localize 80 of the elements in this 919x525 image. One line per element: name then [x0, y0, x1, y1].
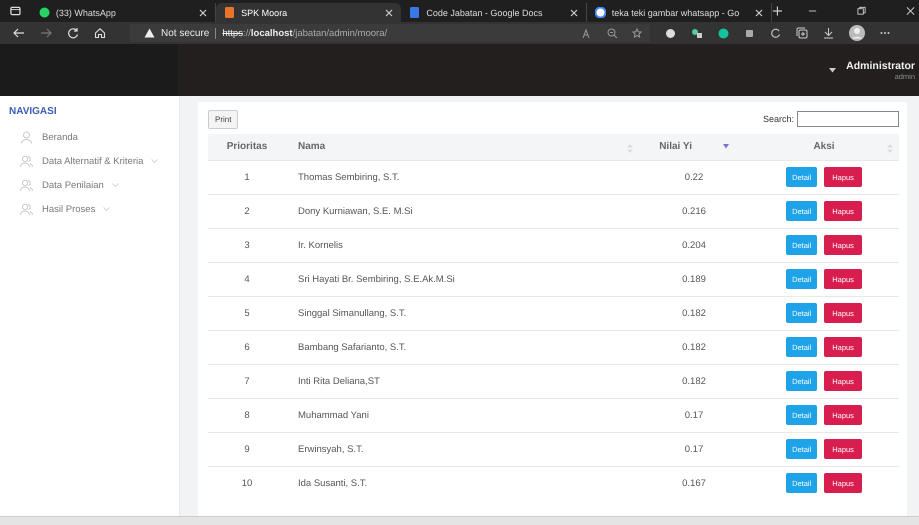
extension-icon[interactable] [665, 28, 676, 38]
browser-tab[interactable]: SPK Moora [216, 3, 402, 22]
table-cell: 5 [208, 296, 286, 330]
table-cell: 0.17 [639, 398, 749, 432]
table-cell: Sri Hayati Br. Sembiring, S.E.Ak.M.Si [286, 262, 639, 296]
table-cell: 3 [208, 228, 286, 262]
table-cell: Dony Kurniawan, S.E. M.Si [286, 194, 639, 228]
sidebar-item[interactable]: Data Alternatif & Kriteria [9, 149, 179, 173]
table-cell: Inti Rita Deliana,ST [286, 364, 639, 398]
tab-favicon-icon [224, 7, 236, 18]
grammar-extension-icon[interactable] [718, 28, 729, 38]
user-icon [20, 130, 33, 144]
table-cell: 0.182 [639, 330, 749, 364]
table-cell: Singgal Simanullang, S.T. [286, 296, 639, 330]
new-tab-icon[interactable] [772, 5, 783, 17]
warning-icon [144, 28, 155, 38]
download-icon[interactable] [823, 27, 834, 39]
profile-avatar-icon[interactable] [849, 25, 865, 41]
sidebar-item[interactable]: Hasil Proses [9, 197, 179, 221]
table-cell: 6 [208, 330, 286, 364]
table-cell: 4 [208, 262, 286, 296]
table-cell: Ir. Kornelis [286, 228, 639, 262]
restore-icon[interactable] [856, 6, 866, 16]
tab-favicon-icon [409, 7, 420, 18]
column-header[interactable]: Nama [286, 134, 639, 160]
tab-favicon-icon [594, 7, 606, 18]
user-icon [20, 154, 33, 168]
sidebar-item[interactable]: Data Penilaian [9, 173, 179, 197]
close-tab-icon[interactable] [570, 8, 578, 16]
table-cell: 0.182 [639, 364, 749, 398]
table-cell: 8 [208, 398, 286, 432]
security-label: Not secure [161, 28, 210, 38]
collections-icon[interactable] [796, 27, 808, 39]
print-button[interactable]: Print [208, 110, 238, 128]
close-tab-icon[interactable] [755, 8, 764, 16]
table-cell: 0.17 [639, 432, 749, 466]
table-cell: 0.189 [639, 262, 749, 296]
table-cell: Ida Susanti, S.T. [286, 466, 639, 500]
table-cell: 7 [208, 364, 286, 398]
caret-icon[interactable] [829, 68, 836, 72]
forward-icon[interactable] [40, 27, 52, 39]
back-icon[interactable] [13, 27, 25, 39]
user-icon [20, 178, 33, 192]
search-field[interactable] [797, 111, 899, 127]
extension-icon[interactable] [691, 28, 703, 38]
favorite-icon[interactable] [632, 28, 644, 38]
column-header[interactable]: Prioritas [208, 134, 286, 160]
address-field[interactable]: Not secure https://localhost/jabatan/admin/moora/ [130, 24, 650, 42]
user-name[interactable]: Administrator [846, 60, 915, 72]
table-cell: 10 [208, 466, 286, 500]
horizontal-scrollbar[interactable] [0, 516, 919, 525]
table-cell: Erwinsyah, S.T. [286, 432, 639, 466]
column-header[interactable]: Nilai Yi [639, 134, 749, 160]
home-icon[interactable] [94, 27, 106, 39]
column-header[interactable]: Aksi [749, 134, 899, 160]
tab-favicon-icon [38, 7, 50, 18]
zoom-out-icon[interactable] [607, 28, 618, 38]
close-tab-icon[interactable] [385, 8, 394, 16]
table-cell: 2 [208, 194, 286, 228]
refresh-extension-icon[interactable] [770, 28, 781, 38]
table-cell: Bambang Safarianto, S.T. [286, 330, 639, 364]
table-cell: 0.22 [639, 160, 749, 194]
sidebar-heading: NAVIGASI [9, 106, 58, 117]
table-cell: 0.182 [639, 296, 749, 330]
more-icon[interactable] [880, 31, 890, 35]
url-text: https://localhost/jabatan/admin/moora/ [222, 28, 388, 38]
table-cell: Muhammad Yani [286, 398, 639, 432]
table-cell: 9 [208, 432, 286, 466]
reload-icon[interactable] [67, 27, 79, 39]
table-cell: 0.216 [639, 194, 749, 228]
table-cell: 0.167 [639, 466, 749, 500]
user-icon [20, 202, 33, 216]
table-cell: Thomas Sembiring, S.T. [286, 160, 639, 194]
table-cell: 1 [208, 160, 286, 194]
sidebar-item[interactable]: Beranda [9, 125, 179, 149]
table-cell: 0.204 [639, 228, 749, 262]
close-icon[interactable] [906, 6, 916, 16]
tab-actions-icon[interactable] [10, 5, 21, 17]
search-label: Search: [762, 114, 794, 124]
close-tab-icon[interactable] [199, 8, 208, 16]
